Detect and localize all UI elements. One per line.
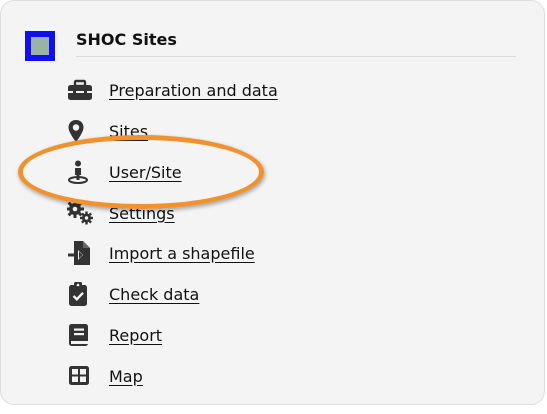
clipboard-check-icon [67,280,95,308]
file-import-icon [67,239,95,267]
menu-item-label[interactable]: Import a shapefile [109,244,255,263]
menu-item-import-shapefile[interactable]: Import a shapefile [67,239,255,267]
menu-item-label[interactable]: Sites [109,122,148,141]
person-pin-icon [67,158,95,186]
menu-item-label[interactable]: User/Site [109,163,182,182]
menu-item-preparation[interactable]: Preparation and data [67,76,278,104]
menu-item-check-data[interactable]: Check data [67,280,199,308]
map-marker-icon [67,117,95,145]
title-divider [76,56,516,57]
app-logo-inner [31,37,49,55]
menu-item-label[interactable]: Preparation and data [109,81,278,100]
sidebar-panel: SHOC Sites Preparation and data Sites Us… [0,0,545,405]
menu-item-report[interactable]: Report [67,321,162,349]
menu-item-label[interactable]: Check data [109,285,199,304]
app-logo [25,31,55,61]
grid-table-icon [67,362,95,390]
menu-item-label[interactable]: Report [109,326,162,345]
panel-title: SHOC Sites [76,30,177,49]
menu-item-label[interactable]: Map [109,367,143,386]
menu-item-label[interactable]: Settings [109,204,175,223]
menu-item-map[interactable]: Map [67,362,143,390]
book-icon [67,321,95,349]
menu-item-sites[interactable]: Sites [67,117,148,145]
gears-icon [67,199,95,227]
menu-item-settings[interactable]: Settings [67,199,175,227]
toolbox-icon [67,76,95,104]
menu-item-user-site[interactable]: User/Site [67,158,182,186]
